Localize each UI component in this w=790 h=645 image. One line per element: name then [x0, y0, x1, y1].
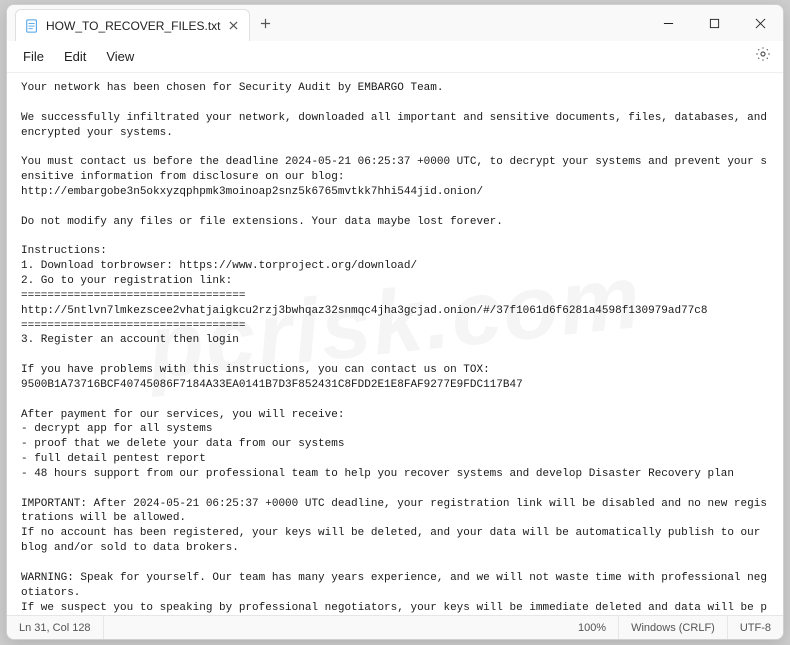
status-encoding: UTF-8 [728, 616, 783, 639]
notepad-icon [24, 18, 40, 34]
window-controls [645, 5, 783, 41]
notepad-window: HOW_TO_RECOVER_FILES.txt File Edit View [6, 4, 784, 640]
status-zoom[interactable]: 100% [566, 616, 619, 639]
text-editor-area[interactable]: Your network has been chosen for Securit… [7, 73, 783, 615]
menu-edit[interactable]: Edit [54, 45, 96, 68]
gear-icon [755, 46, 771, 67]
maximize-button[interactable] [691, 5, 737, 41]
menu-view[interactable]: View [96, 45, 144, 68]
tab-title: HOW_TO_RECOVER_FILES.txt [46, 19, 221, 33]
minimize-button[interactable] [645, 5, 691, 41]
status-line-ending: Windows (CRLF) [619, 616, 728, 639]
status-cursor: Ln 31, Col 128 [7, 616, 104, 639]
close-window-button[interactable] [737, 5, 783, 41]
new-tab-button[interactable] [252, 9, 280, 37]
titlebar: HOW_TO_RECOVER_FILES.txt [7, 5, 783, 41]
settings-button[interactable] [749, 43, 777, 71]
menu-file[interactable]: File [13, 45, 54, 68]
menubar: File Edit View [7, 41, 783, 73]
statusbar: Ln 31, Col 128 100% Windows (CRLF) UTF-8 [7, 615, 783, 639]
file-tab[interactable]: HOW_TO_RECOVER_FILES.txt [15, 9, 250, 41]
close-tab-icon[interactable] [227, 19, 241, 33]
